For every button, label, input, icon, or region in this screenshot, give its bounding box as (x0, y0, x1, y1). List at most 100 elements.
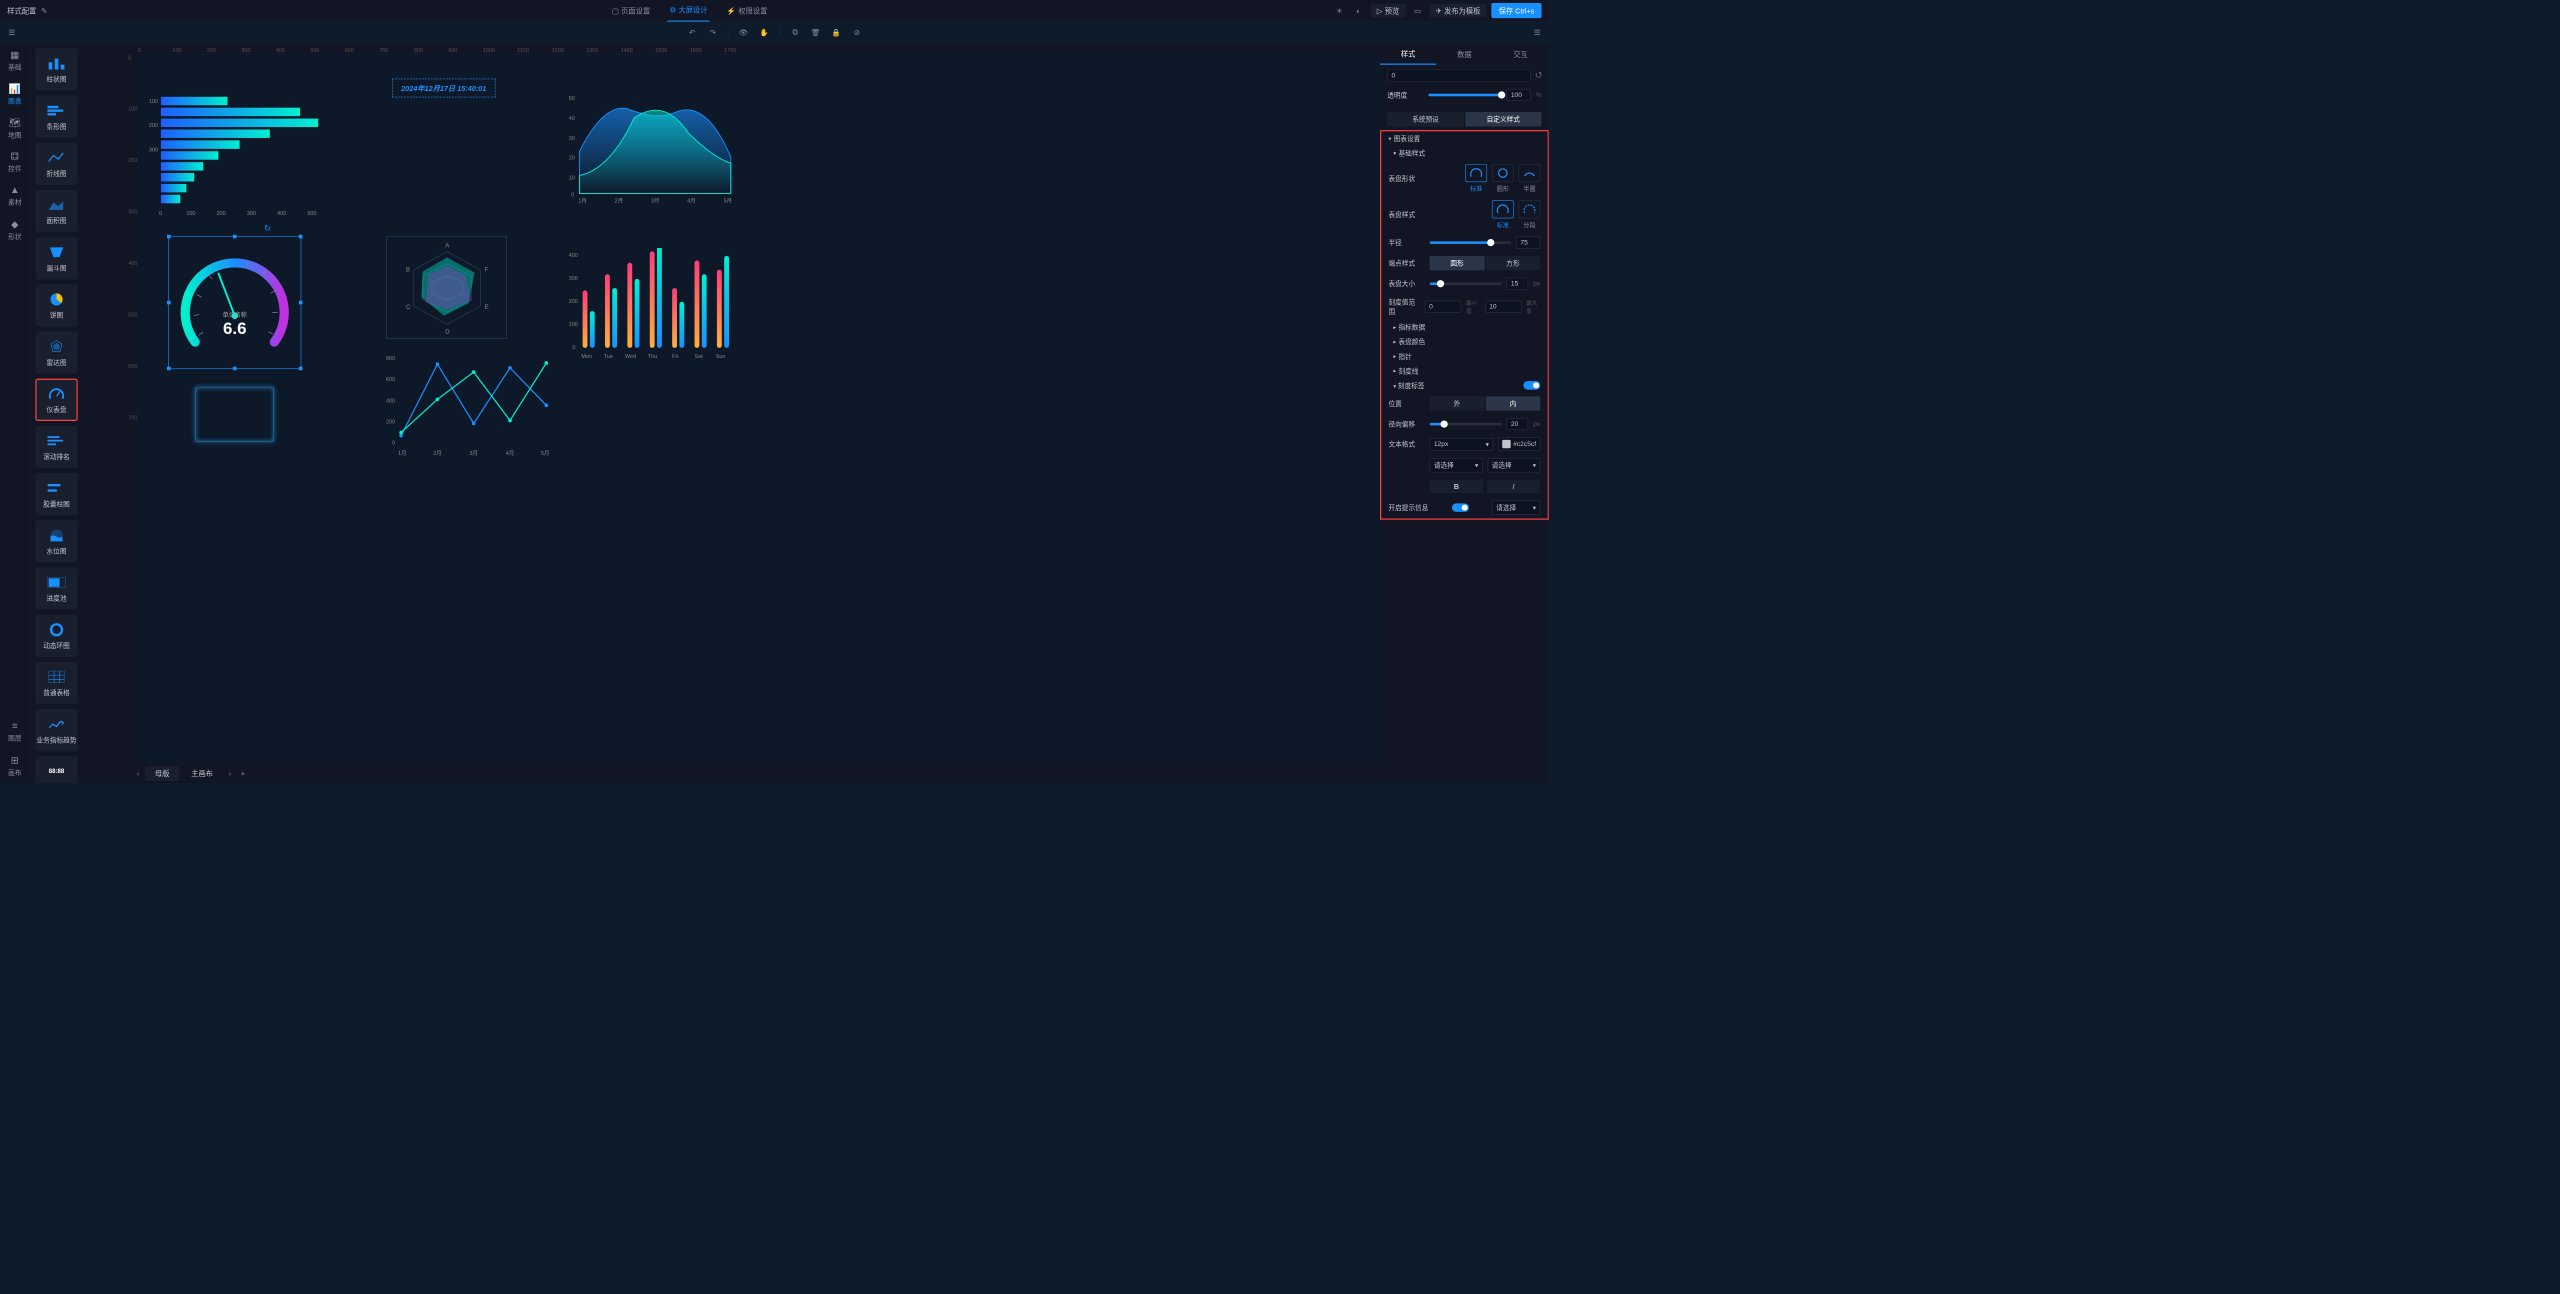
radial-offset-input[interactable] (1507, 418, 1529, 430)
hide-icon[interactable]: ⊘ (851, 26, 863, 38)
publish-button[interactable]: ✈发布为模板 (1430, 4, 1487, 18)
font-weight-select[interactable]: 请选择▾ (1487, 458, 1540, 473)
radial-offset-slider[interactable] (1430, 423, 1502, 425)
tick-min-input[interactable] (1425, 301, 1461, 313)
nav-shape[interactable]: ◆形状 (0, 213, 30, 247)
palette-ring-chart[interactable]: 动态环图 (35, 615, 77, 657)
hbar-chart-widget[interactable]: 100 200 300 010020030 (144, 91, 326, 218)
section-basic-style[interactable]: ▾基础样式 (1381, 146, 1547, 161)
preview-button[interactable]: ▷预览 (1371, 4, 1406, 18)
design-canvas[interactable]: 2024年12月17日 15:40:01 100 200 300 (138, 54, 1379, 763)
font-family-select[interactable]: 请选择▾ (1430, 458, 1483, 473)
nav-chart[interactable]: 📊图表 (0, 77, 30, 111)
master-tab[interactable]: 母版 (145, 766, 179, 781)
right-tab-style[interactable]: 样式 (1380, 44, 1436, 65)
position-in-button[interactable]: 内 (1486, 396, 1541, 411)
radius-slider[interactable] (1430, 241, 1512, 243)
endpoint-square-button[interactable]: 方形 (1486, 256, 1541, 271)
section-pointer[interactable]: ▸指针 (1381, 349, 1547, 364)
palette-hbar-chart[interactable]: 条形图 (35, 96, 77, 138)
palette-funnel-chart[interactable]: 漏斗图 (35, 237, 77, 279)
opacity-slider[interactable] (1428, 94, 1501, 96)
section-pointer-data[interactable]: ▸指标数据 (1381, 320, 1547, 335)
device-icon[interactable]: ▭ (1410, 3, 1425, 18)
font-color-picker[interactable]: #c2c5cf (1498, 437, 1540, 450)
dial-style-standard[interactable]: 标准 (1492, 200, 1514, 229)
palette-area-chart[interactable]: 面积图 (35, 190, 77, 232)
nav-map[interactable]: 🗺地图 (0, 111, 30, 145)
hand-icon[interactable]: ✋ (758, 26, 770, 38)
right-tab-interact[interactable]: 交互 (1493, 44, 1549, 65)
nav-basic[interactable]: ▦基础 (0, 44, 30, 78)
section-tick-label[interactable]: ▾ 刻度标签 (1381, 378, 1547, 393)
rotation-input[interactable] (1387, 69, 1530, 81)
opacity-input[interactable] (1507, 89, 1531, 101)
palette-table[interactable]: 普通表格 (35, 662, 77, 704)
palette-countdown[interactable]: 88:88倒计时 (35, 756, 77, 783)
line-chart-widget[interactable]: 8006004002000 1月2月3月4月5月 (386, 351, 555, 460)
tab-next-icon[interactable]: › (225, 769, 235, 777)
nav-layer[interactable]: ≡图层 (0, 715, 30, 749)
glow-box-widget[interactable] (195, 387, 274, 441)
font-size-select[interactable]: 12px▾ (1430, 438, 1494, 451)
nav-material[interactable]: ▲素材 (0, 179, 30, 213)
section-dial-color[interactable]: ▸表盘颜色 (1381, 335, 1547, 350)
radius-input[interactable] (1516, 237, 1540, 249)
palette-line-chart[interactable]: 折线图 (35, 143, 77, 185)
section-tick[interactable]: ▸刻度线 (1381, 364, 1547, 379)
palette-scroll-rank[interactable]: 滚动排名 (35, 426, 77, 468)
palette-trend[interactable]: 业务指标趋势 (35, 709, 77, 751)
section-chart-settings[interactable]: ▾图表设置 (1381, 131, 1547, 146)
dial-size-slider[interactable] (1430, 283, 1502, 285)
hint-toggle[interactable] (1452, 503, 1469, 511)
undo-icon[interactable]: ↶ (686, 26, 698, 38)
tab-permission[interactable]: ⚡权限设置 (724, 0, 769, 21)
dial-shape-standard[interactable]: 标准 (1465, 164, 1487, 193)
radar-widget[interactable]: A F E D C B (386, 236, 507, 339)
tab-design[interactable]: ⚙大屏设计 (667, 0, 710, 21)
nav-canvas[interactable]: ⊞画布 (0, 749, 30, 783)
dial-shape-half[interactable]: 半圆 (1519, 164, 1541, 193)
copy-icon[interactable]: ⧉ (789, 26, 801, 38)
lock-icon[interactable]: 🔒 (830, 26, 842, 38)
right-tab-data[interactable]: 数据 (1436, 44, 1492, 65)
delete-icon[interactable]: 🗑 (810, 26, 822, 38)
tab-page-settings[interactable]: ▢页面设置 (609, 0, 652, 21)
palette-capsule-bar[interactable]: 胶囊柱图 (35, 473, 77, 515)
palette-progress-pool[interactable]: 进度池 (35, 567, 77, 609)
area-chart-widget[interactable]: 50403020100 1月2月3月4月5月 (567, 91, 736, 206)
palette-bar-chart[interactable]: 柱状图 (35, 48, 77, 90)
tick-label-toggle[interactable] (1523, 381, 1540, 389)
main-canvas-tab[interactable]: 主画布 (182, 766, 223, 781)
dial-shape-circle[interactable]: 圆形 (1492, 164, 1514, 193)
palette-water-level[interactable]: 水位图 (35, 520, 77, 562)
multibar-widget[interactable]: 4003002001000 MonTueWedThuFriSatSun (567, 248, 736, 363)
nav-widget[interactable]: ⚃控件 (0, 145, 30, 179)
theme-dark-icon[interactable]: ◐ (1351, 3, 1366, 18)
rotate-icon[interactable]: ↻ (264, 223, 271, 233)
preset-system-button[interactable]: 系统预设 (1387, 112, 1464, 127)
add-tab-icon[interactable]: + (237, 769, 249, 777)
datetime-widget[interactable]: 2024年12月17日 15:40:01 (392, 79, 495, 98)
italic-button[interactable]: I (1487, 480, 1541, 493)
endpoint-round-button[interactable]: 圆形 (1430, 256, 1485, 271)
position-out-button[interactable]: 外 (1430, 396, 1485, 411)
tick-max-input[interactable] (1485, 301, 1521, 313)
eye-icon[interactable]: 👁 (737, 26, 749, 38)
palette-gauge-chart[interactable]: 仪表盘 (35, 379, 77, 421)
preset-custom-button[interactable]: 自定义样式 (1465, 112, 1542, 127)
dial-size-input[interactable] (1507, 278, 1529, 290)
palette-radar-chart[interactable]: 雷达图 (35, 332, 77, 374)
dial-style-segmented[interactable]: 分段 (1519, 200, 1541, 229)
gauge-widget[interactable]: ↻ (168, 236, 301, 369)
save-button[interactable]: 保存 Ctrl+s (1491, 3, 1541, 18)
redo-icon[interactable]: ↷ (707, 26, 719, 38)
hint-select[interactable]: 请选择▾ (1492, 500, 1540, 515)
theme-light-icon[interactable]: ☀ (1332, 3, 1347, 18)
rotation-icon[interactable]: ⭯ (1535, 69, 1541, 82)
collapse-right-icon[interactable]: ☰ (1534, 28, 1541, 36)
tab-prev-icon[interactable]: ‹ (133, 769, 143, 777)
collapse-left-icon[interactable]: ☰ (8, 28, 15, 36)
palette-pie-chart[interactable]: 饼图 (35, 284, 77, 326)
bold-button[interactable]: B (1430, 480, 1484, 493)
